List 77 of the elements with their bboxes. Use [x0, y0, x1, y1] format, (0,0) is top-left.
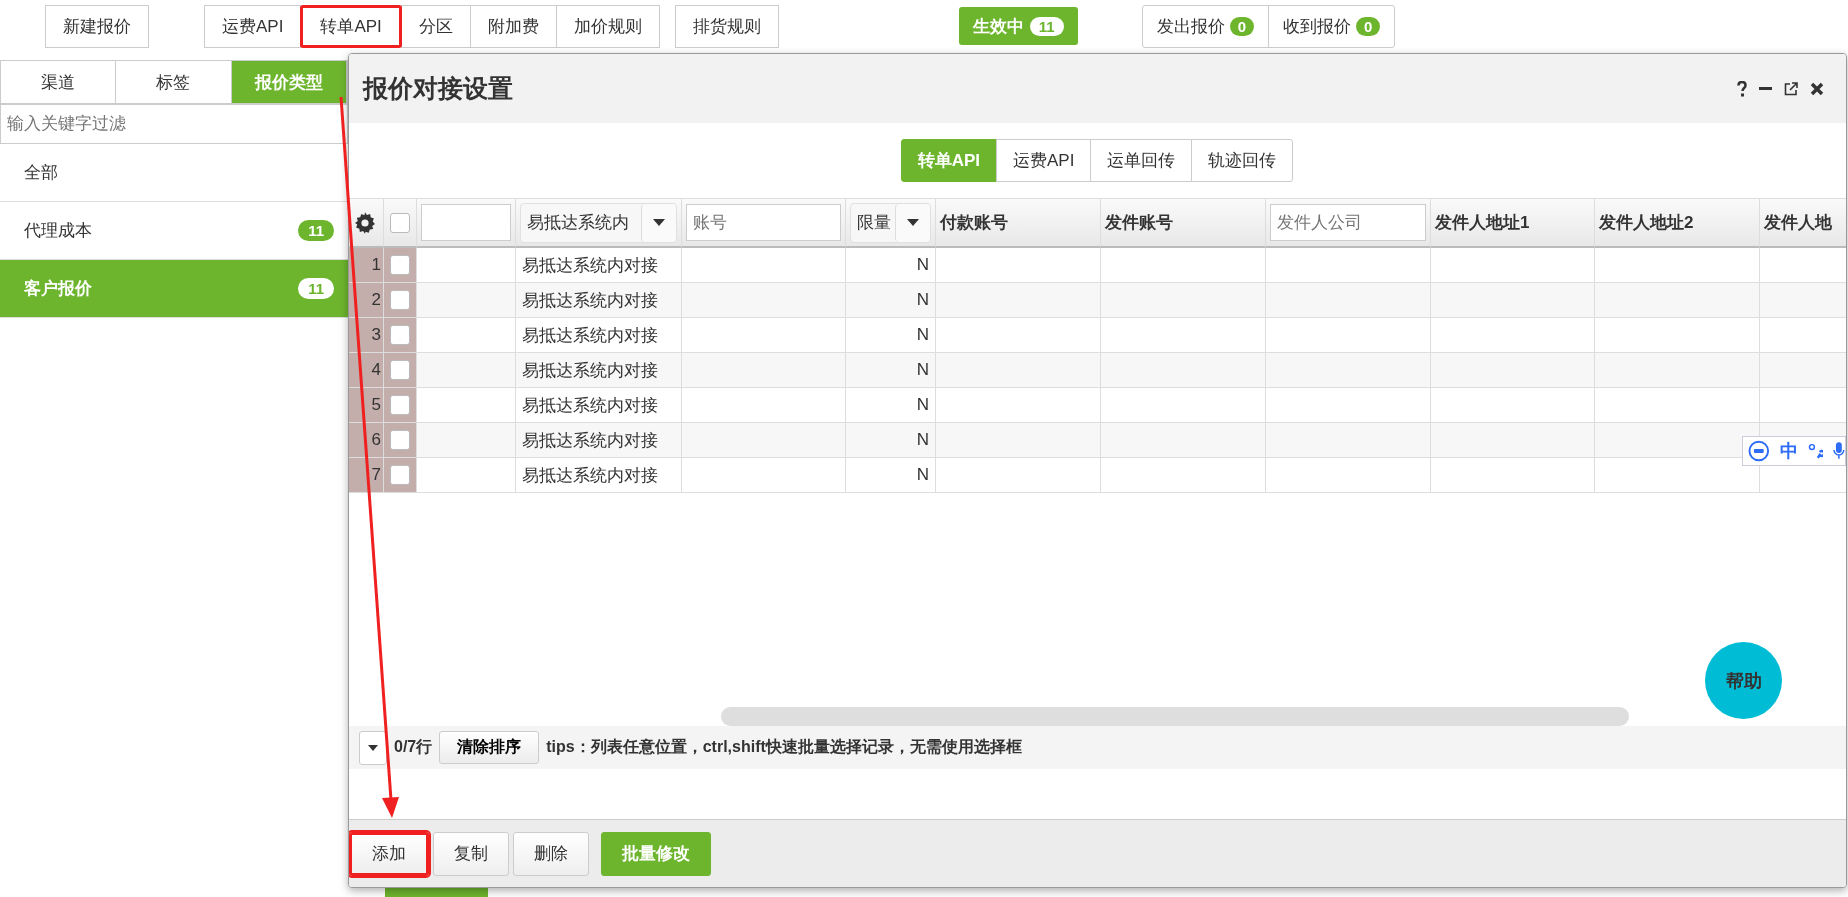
row-checkbox[interactable]	[390, 465, 410, 485]
dialog-title: 报价对接设置	[363, 73, 513, 104]
page-size-dropdown[interactable]	[359, 730, 387, 765]
count-badge: 11	[298, 278, 334, 299]
help-icon[interactable]	[1737, 80, 1747, 97]
dialog-tab[interactable]: 运费API	[995, 139, 1092, 182]
item-label: 全部	[24, 162, 58, 184]
toolbar-button[interactable]: 排货规则	[674, 4, 779, 48]
settings-icon[interactable]	[353, 210, 377, 235]
caret-icon	[368, 744, 378, 751]
help-button[interactable]: 帮助	[1705, 642, 1782, 719]
status-label: 生效中	[972, 15, 1024, 38]
row-number: 1	[371, 255, 381, 275]
row-count: 0/7行	[394, 737, 433, 757]
item-label: 代理成本	[24, 220, 92, 242]
column-filter-field[interactable]: 发件人公司	[1270, 204, 1426, 241]
toolbar-button[interactable]: 加价规则	[555, 4, 660, 48]
row-checkbox[interactable]	[390, 360, 410, 380]
row-checkbox[interactable]	[390, 290, 410, 310]
table-cell: 易抵达系统内对接	[516, 458, 682, 493]
row-number: 5	[371, 395, 381, 415]
tips-text: tips：列表任意位置，ctrl,shift快速批量选择记录，无需使用选择框	[546, 737, 1022, 757]
caret-icon	[653, 219, 665, 226]
table-cell: 易抵达系统内对接	[516, 423, 682, 458]
row-checkbox[interactable]	[390, 325, 410, 345]
close-icon[interactable]	[1810, 81, 1824, 96]
count-badge: 0	[1356, 16, 1381, 36]
column-filter-dropdown[interactable]: 限量	[850, 202, 931, 243]
toolbar-button[interactable]: 新建报价	[45, 4, 149, 48]
toolbar-button[interactable]: 转单API	[300, 4, 402, 48]
caret-icon	[907, 219, 919, 226]
counter-label: 收到报价	[1283, 15, 1351, 38]
table-cell: 易抵达系统内对接	[516, 353, 682, 388]
count-badge: 0	[1229, 16, 1254, 36]
dialog-tab[interactable]: 运单回传	[1090, 139, 1193, 182]
item-label: 客户报价	[24, 278, 92, 300]
table-cell: N	[846, 283, 936, 318]
action-button[interactable]: 删除	[513, 831, 589, 876]
table-cell: 易抵达系统内对接	[516, 283, 682, 318]
input-mode[interactable]: 中	[1779, 439, 1798, 463]
column-filter-dropdown[interactable]: 易抵达系统内	[520, 202, 677, 243]
row-number: 7	[371, 465, 381, 485]
table-cell: N	[846, 423, 936, 458]
row-checkbox[interactable]	[390, 430, 410, 450]
counter-label: 发出报价	[1156, 15, 1225, 38]
table-cell: N	[846, 353, 936, 388]
action-button[interactable]: 复制	[433, 831, 509, 876]
row-number: 6	[371, 430, 381, 450]
dialog-tab[interactable]: 轨迹回传	[1191, 139, 1294, 182]
table-cell: N	[846, 458, 936, 493]
filter-field[interactable]: 输入关键字过滤	[0, 104, 348, 144]
toolbar-button[interactable]: 附加费	[469, 4, 557, 48]
toolbar-button[interactable]: 运费API	[204, 4, 302, 48]
clear-sort-button[interactable]: 清除排序	[439, 731, 540, 764]
count-badge: 11	[298, 220, 334, 241]
ifly-logo-icon[interactable]	[1748, 440, 1770, 462]
sidebar-item[interactable]: 全部	[0, 144, 348, 202]
toolbar-button[interactable]: 分区	[400, 4, 471, 48]
row-checkbox[interactable]	[390, 395, 410, 415]
quote-counter[interactable]: 发出报价 0	[1142, 5, 1269, 47]
microphone-icon[interactable]	[1833, 442, 1845, 460]
row-number: 2	[371, 290, 381, 310]
punctuation-icon[interactable]	[1807, 443, 1824, 459]
count-badge: 11	[1029, 16, 1064, 36]
action-button[interactable]: 添加	[349, 831, 429, 876]
popout-icon[interactable]	[1784, 81, 1798, 96]
minimize-icon[interactable]	[1759, 87, 1772, 90]
row-number: 3	[371, 325, 381, 345]
column-header[interactable]: 付款账号	[940, 211, 1008, 234]
select-all-checkbox[interactable]	[390, 212, 410, 233]
row-number: 4	[371, 360, 381, 380]
horizontal-scrollbar[interactable]	[721, 707, 1629, 726]
column-filter-field[interactable]: 账号	[686, 204, 841, 241]
column-filter-field[interactable]	[421, 204, 511, 241]
column-header[interactable]: 发件账号	[1105, 211, 1173, 234]
row-checkbox[interactable]	[390, 255, 410, 275]
quote-counter[interactable]: 收到报价 0	[1269, 5, 1395, 47]
